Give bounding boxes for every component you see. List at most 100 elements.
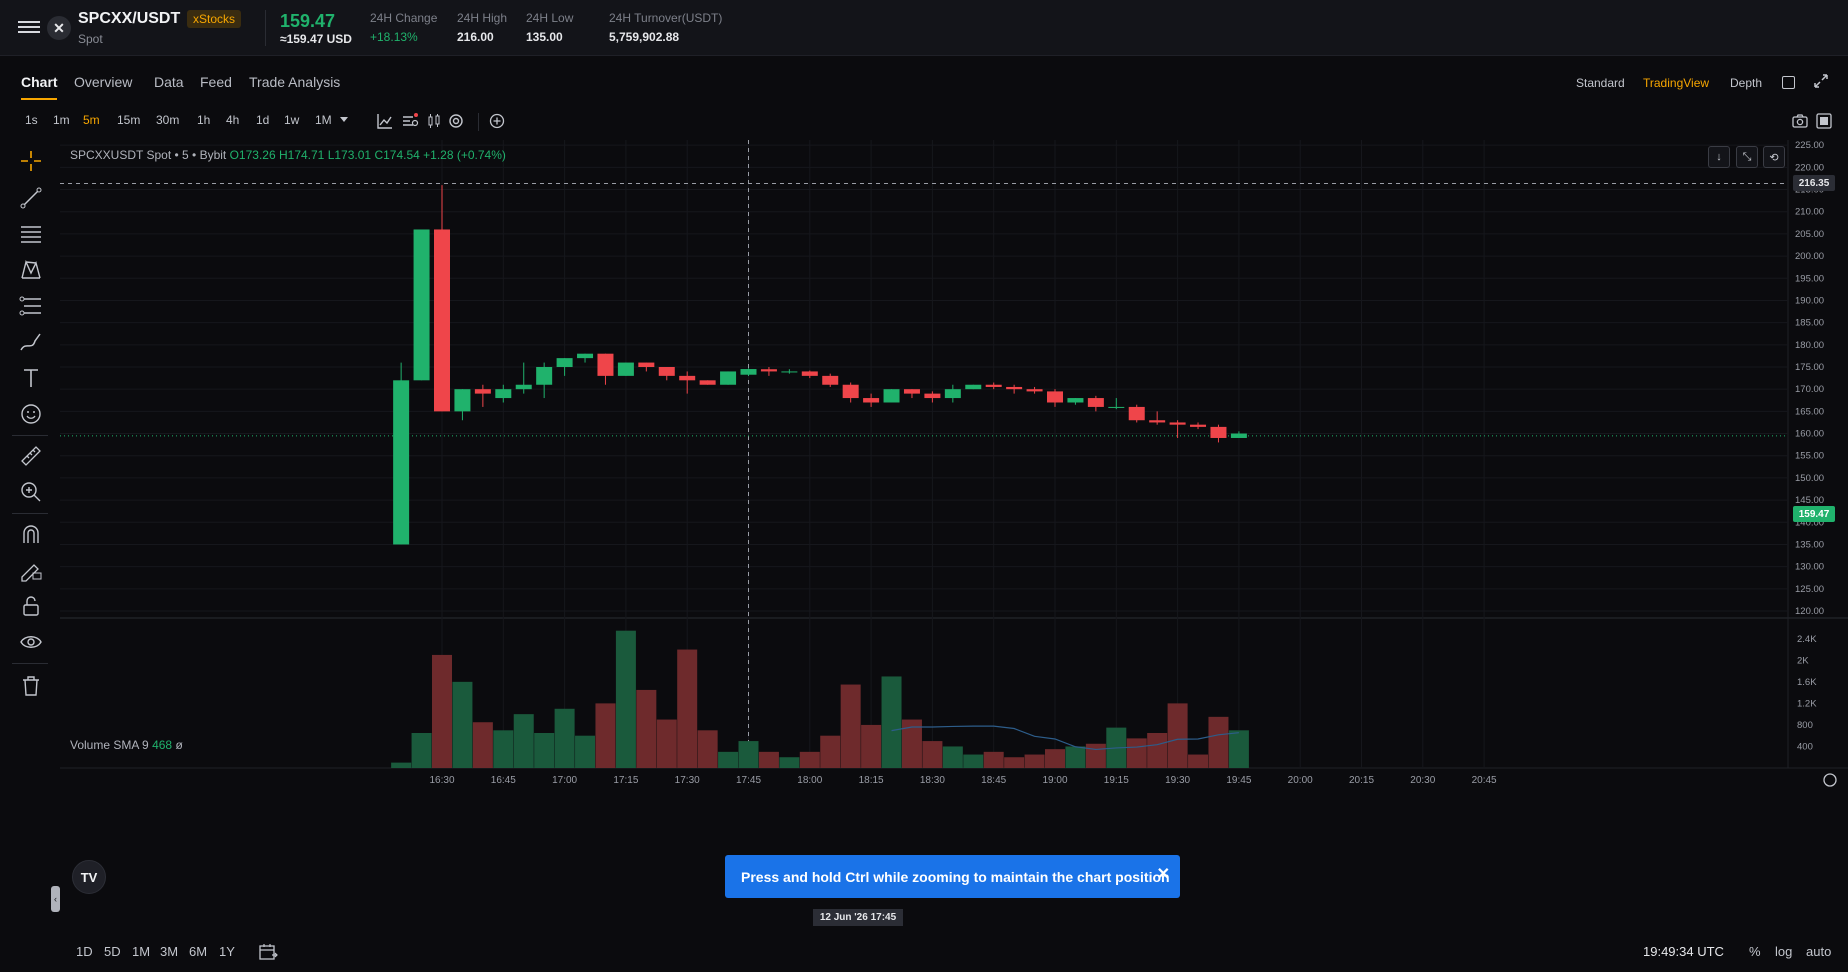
utc-clock[interactable]: 19:49:34 UTC — [1643, 944, 1724, 959]
content-tabs: Chart Overview Data Feed Trade Analysis … — [0, 57, 1848, 105]
collapse-icon[interactable]: ⤡ — [1736, 146, 1758, 168]
legend-open: O173.26 — [229, 148, 276, 162]
timeframe-1d[interactable]: 1d — [256, 113, 269, 127]
legend-close: C174.54 — [374, 148, 420, 162]
volume-bar — [1147, 733, 1168, 768]
tradingview-logo-icon[interactable]: TV — [72, 860, 106, 894]
tab-feed[interactable]: Feed — [200, 74, 232, 90]
view-standard[interactable]: Standard — [1576, 76, 1625, 90]
date-range-icon[interactable] — [258, 943, 278, 961]
fib-retracement-icon[interactable] — [18, 221, 44, 247]
magnet-icon[interactable] — [18, 521, 44, 547]
legend-change: +1.28 (+0.74%) — [423, 148, 506, 162]
eye-icon[interactable] — [18, 629, 44, 655]
candle-body — [495, 389, 512, 399]
timeframe-1s[interactable]: 1s — [25, 113, 38, 127]
chart-fullscreen-icon[interactable] — [1815, 112, 1833, 130]
tool-divider — [12, 513, 48, 514]
time-tick-label: 17:30 — [675, 775, 700, 786]
zoom-in-icon[interactable] — [18, 479, 44, 505]
chart-settings-icon[interactable] — [447, 112, 465, 130]
range-1y[interactable]: 1Y — [219, 944, 235, 959]
stat-value: 5,759,902.88 — [609, 30, 680, 44]
timeframe-15m[interactable]: 15m — [117, 113, 140, 127]
candle-body — [1006, 386, 1023, 390]
stat-24h-change: 24H Change +18.13% — [370, 11, 437, 44]
ohlc-legend: SPCXXUSDT Spot • 5 • Bybit O173.26 H174.… — [70, 148, 506, 162]
volume-label: Volume SMA 9 — [70, 738, 149, 752]
last-price-usd: ≈159.47 USD — [280, 32, 352, 46]
range-6m[interactable]: 6M — [189, 944, 207, 959]
volume-bar — [636, 689, 657, 768]
range-5d[interactable]: 5D — [104, 944, 121, 959]
indicators-icon[interactable] — [401, 112, 419, 130]
screenshot-icon[interactable] — [1791, 112, 1809, 130]
emoji-icon[interactable] — [18, 401, 44, 427]
volume-bar — [758, 751, 779, 768]
last-price: 159.47 — [280, 11, 336, 31]
auto-toggle[interactable]: auto — [1806, 944, 1831, 959]
chart-type-icon[interactable] — [376, 112, 394, 130]
menu-icon[interactable] — [18, 18, 40, 38]
trash-icon[interactable] — [18, 673, 44, 699]
price-chart[interactable]: 16:30 16:45 17:00 17:15 17:30 17:45 18:00 18:15… — [60, 140, 1848, 930]
chart-area[interactable]: 16:30 16:45 17:00 17:15 17:30 17:45 18:00 18:15… — [60, 140, 1848, 930]
tab-overview[interactable]: Overview — [74, 74, 132, 90]
brush-icon[interactable] — [18, 329, 44, 355]
timeframe-30m[interactable]: 30m — [156, 113, 179, 127]
range-1d[interactable]: 1D — [76, 944, 93, 959]
candle-body — [944, 389, 961, 399]
timeframe-1m[interactable]: 1m — [53, 113, 70, 127]
tab-chart[interactable]: Chart — [21, 74, 58, 90]
time-tick-label: 18:00 — [797, 775, 822, 786]
timeframe-1w[interactable]: 1w — [284, 113, 299, 127]
prediction-icon[interactable] — [18, 293, 44, 319]
volume-bar — [1024, 754, 1045, 768]
ruler-icon[interactable] — [18, 443, 44, 469]
crosshair-icon[interactable] — [18, 148, 44, 174]
lock-icon[interactable] — [18, 593, 44, 619]
trendline-icon[interactable] — [18, 185, 44, 211]
lock-drawings-icon[interactable] — [18, 557, 44, 583]
timeframe-1h[interactable]: 1h — [197, 113, 210, 127]
volume-legend: Volume SMA 9 468 ø — [70, 738, 183, 752]
volume-tick-label: 2K — [1797, 655, 1809, 666]
candle-body — [1230, 433, 1247, 438]
price-tick-label: 160.00 — [1795, 429, 1824, 440]
timeframe-1M[interactable]: 1M — [315, 113, 332, 127]
stat-label: 24H Turnover(USDT) — [609, 11, 723, 25]
volume-bar — [513, 714, 534, 768]
volume-bar — [963, 754, 984, 768]
timeframe-5m[interactable]: 5m — [83, 113, 100, 127]
volume-bar — [840, 684, 861, 768]
timeframe-dropdown-icon[interactable] — [340, 117, 348, 122]
timeframe-4h[interactable]: 4h — [226, 113, 239, 127]
close-icon[interactable]: ✕ — [1157, 864, 1170, 884]
range-1m[interactable]: 1M — [132, 944, 150, 959]
candle-body — [720, 371, 737, 385]
price-tick-label: 120.00 — [1795, 606, 1824, 617]
price-tick-label: 220.00 — [1795, 162, 1824, 173]
view-tradingview[interactable]: TradingView — [1643, 76, 1709, 90]
percent-toggle[interactable]: % — [1749, 944, 1761, 959]
add-indicator-icon[interactable] — [488, 112, 506, 130]
pattern-icon[interactable] — [18, 257, 44, 283]
collapse-handle-icon[interactable]: ‹ — [51, 886, 60, 912]
range-3m[interactable]: 3M — [160, 944, 178, 959]
fullscreen-icon[interactable] — [1812, 72, 1830, 90]
volume-value: 468 — [152, 738, 173, 752]
candle-style-icon[interactable] — [425, 112, 443, 130]
layout-toggle-icon[interactable] — [1782, 76, 1795, 89]
legend-high: H174.71 — [278, 148, 325, 162]
pair-name[interactable]: SPCXX/USDT — [78, 10, 180, 28]
price-tick-label: 180.00 — [1795, 340, 1824, 351]
time-tick-label: 16:30 — [429, 775, 454, 786]
reset-icon[interactable]: ⟲ — [1763, 146, 1785, 168]
tab-data[interactable]: Data — [154, 74, 184, 90]
view-depth[interactable]: Depth — [1730, 76, 1762, 90]
tab-trade-analysis[interactable]: Trade Analysis — [249, 74, 340, 90]
divider — [265, 10, 266, 46]
scroll-down-icon[interactable]: ↓ — [1708, 146, 1730, 168]
log-toggle[interactable]: log — [1775, 944, 1792, 959]
text-icon[interactable] — [18, 365, 44, 391]
